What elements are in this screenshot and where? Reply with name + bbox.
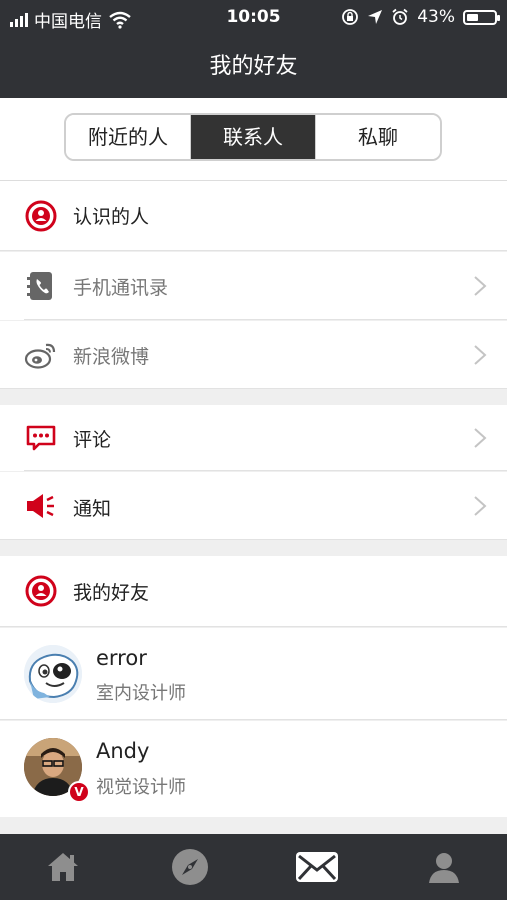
rotation-lock-icon <box>342 9 359 25</box>
person-circle-icon <box>24 199 58 233</box>
list-item-comments[interactable]: 评论 <box>0 405 507 471</box>
location-icon <box>368 10 383 24</box>
home-icon <box>48 853 78 881</box>
weibo-icon <box>24 338 58 372</box>
contacts-book-icon <box>24 269 58 303</box>
battery-level <box>467 13 478 21</box>
cartoon-avatar-icon <box>24 645 82 703</box>
status-right: 43% <box>341 7 500 27</box>
profile-icon <box>429 853 459 883</box>
list-item-label: 评论 <box>73 429 112 451</box>
person-circle-icon <box>24 574 58 608</box>
section-header-my-friends: 我的好友 <box>0 556 507 627</box>
friend-name: error <box>96 646 147 670</box>
alarm-icon <box>392 8 408 25</box>
section-header-label: 认识的人 <box>73 206 150 228</box>
tab-bar <box>0 834 507 900</box>
status-bar: 中国电信 10:05 43% <box>0 0 507 36</box>
list-item-sina-weibo[interactable]: 新浪微博 <box>0 321 507 389</box>
list-item-phone-contacts[interactable]: 手机通讯录 <box>0 252 507 320</box>
battery-percent: 43% <box>417 7 455 27</box>
section-header-acquaintances: 认识的人 <box>0 181 507 251</box>
friend-title: 视觉设计师 <box>96 777 186 798</box>
nav-bar: 我的好友 <box>0 36 507 98</box>
tab-messages[interactable] <box>254 834 380 900</box>
tab-discover[interactable] <box>127 834 253 900</box>
segment-container: 附近的人 联系人 私聊 <box>0 98 507 181</box>
friend-row[interactable]: error 室内设计师 <box>0 628 507 720</box>
list-item-notifications[interactable]: 通知 <box>0 472 507 540</box>
verified-badge: V <box>68 781 90 803</box>
page-title: 我的好友 <box>209 54 298 79</box>
avatar <box>24 645 82 703</box>
tab-home[interactable] <box>0 834 126 900</box>
battery-icon <box>463 9 500 25</box>
segmented-control: 附近的人 联系人 私聊 <box>64 113 442 161</box>
chevron-right-icon <box>474 276 487 296</box>
tab-profile[interactable] <box>381 834 507 900</box>
chevron-right-icon <box>474 345 487 365</box>
list-item-label: 通知 <box>73 498 112 520</box>
comment-icon <box>24 421 58 455</box>
chevron-right-icon <box>474 428 487 448</box>
list-item-label: 新浪微博 <box>73 346 150 368</box>
compass-icon <box>172 849 208 885</box>
list-item-label: 手机通讯录 <box>73 277 169 299</box>
friend-row[interactable]: V Andy 视觉设计师 <box>0 721 507 817</box>
megaphone-icon <box>24 489 58 523</box>
friend-name: Andy <box>96 739 150 763</box>
chevron-right-icon <box>474 496 487 516</box>
section-header-label: 我的好友 <box>73 582 150 604</box>
segment-nearby[interactable]: 附近的人 <box>66 115 190 159</box>
segment-private-chat[interactable]: 私聊 <box>315 115 440 159</box>
mail-icon <box>296 852 338 882</box>
friend-title: 室内设计师 <box>96 683 186 704</box>
segment-contacts[interactable]: 联系人 <box>190 115 315 159</box>
